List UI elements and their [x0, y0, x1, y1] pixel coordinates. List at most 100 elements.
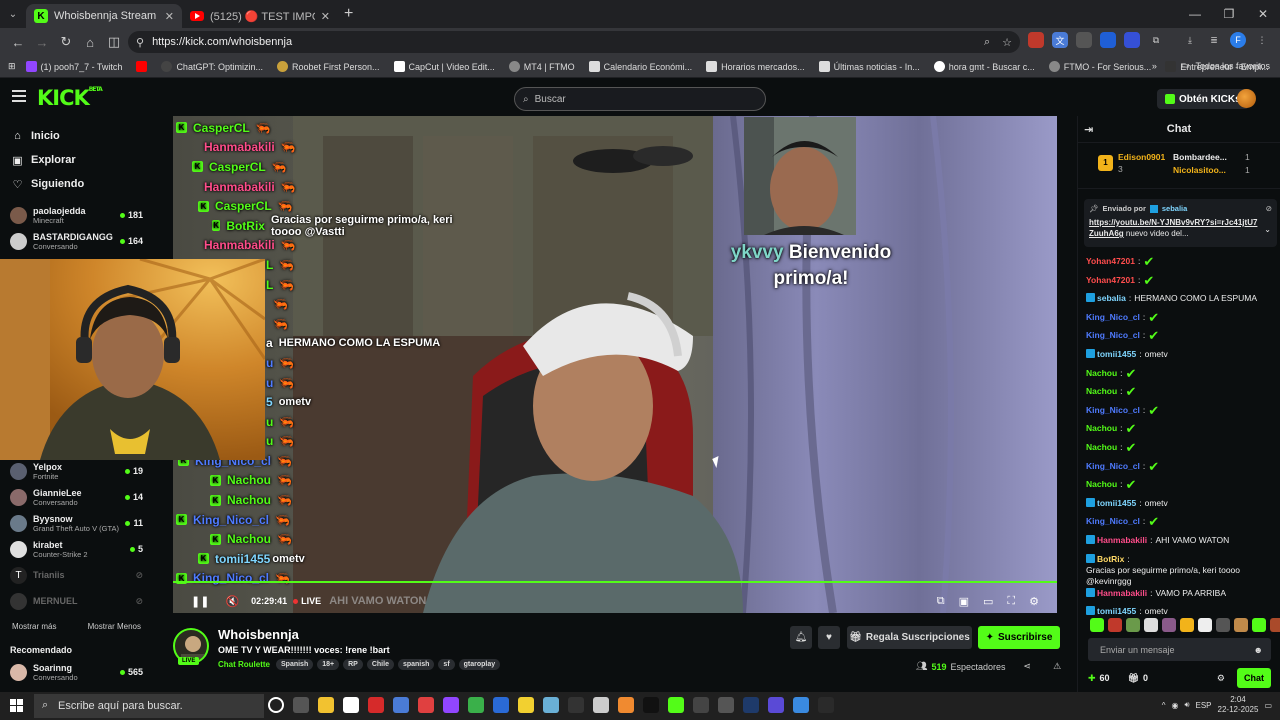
- search-input[interactable]: ⌕ Buscar: [514, 87, 766, 111]
- back-icon[interactable]: ←: [6, 30, 30, 54]
- windows-start-icon[interactable]: [10, 699, 23, 712]
- stream-tag[interactable]: spanish: [397, 659, 435, 670]
- bookmark-item[interactable]: [136, 61, 148, 72]
- gifts-value[interactable]: 0: [1143, 673, 1148, 683]
- chat-username[interactable]: Yohan47201: [1086, 256, 1135, 267]
- emote-icon[interactable]: [1198, 618, 1212, 632]
- all-bookmarks[interactable]: Todos los favoritos: [1195, 61, 1270, 71]
- taskbar-app-icon[interactable]: [468, 697, 484, 713]
- reload-icon[interactable]: ↻: [54, 30, 78, 54]
- chat-username[interactable]: Nachou: [1086, 479, 1117, 490]
- volume-icon[interactable]: 🔊︎: [1184, 700, 1189, 710]
- recommended-channel[interactable]: Soarinng Conversando 565: [0, 659, 153, 685]
- show-less-button[interactable]: Mostrar Menos: [88, 622, 141, 631]
- taskbar-app-icon[interactable]: [793, 697, 809, 713]
- network-icon[interactable]: ◉: [1171, 701, 1178, 710]
- chat-username[interactable]: King_Nico_cl: [1086, 516, 1140, 527]
- taskbar-app-icon[interactable]: [668, 697, 684, 713]
- close-tab-icon[interactable]: ✕: [321, 10, 330, 23]
- emote-icon[interactable]: [1162, 618, 1176, 632]
- offline-channel[interactable]: MERNUEL ⊘: [0, 588, 153, 614]
- settings-gear-icon[interactable]: ⚙: [1029, 595, 1039, 608]
- extension-icon[interactable]: [1028, 32, 1044, 48]
- nav-home[interactable]: ⌂ Inicio: [0, 124, 153, 148]
- extension-icon[interactable]: [1100, 32, 1116, 48]
- chevron-right-icon[interactable]: »: [1152, 61, 1157, 71]
- user-avatar[interactable]: [1237, 89, 1256, 108]
- bookmark-item[interactable]: ChatGPT: Optimizin...: [161, 61, 263, 72]
- taskbar-app-icon[interactable]: [768, 697, 784, 713]
- profile-icon[interactable]: F: [1230, 32, 1246, 48]
- theater-icon[interactable]: ▭: [983, 595, 993, 608]
- fullscreen-icon[interactable]: ⛶: [1007, 595, 1015, 608]
- forward-icon[interactable]: →: [30, 30, 54, 54]
- emote-icon[interactable]: [1144, 618, 1158, 632]
- taskbar-app-icon[interactable]: [518, 697, 534, 713]
- follow-heart-icon[interactable]: ♥: [818, 626, 840, 649]
- report-icon[interactable]: ⚠: [1053, 661, 1061, 672]
- bookmark-item[interactable]: CapCut | Video Edit...: [393, 61, 495, 72]
- mute-icon[interactable]: 🔇: [225, 595, 239, 608]
- tray-chevron-icon[interactable]: ^: [1162, 701, 1166, 710]
- taskbar-app-icon[interactable]: [493, 697, 509, 713]
- chat-username[interactable]: King_Nico_cl: [1086, 461, 1140, 472]
- points-value[interactable]: 60: [1100, 673, 1110, 683]
- tab-youtube[interactable]: (5125) 🔴 TEST IMPOSIBLE: Ad ✕: [182, 4, 338, 28]
- chat-username[interactable]: King_Nico_cl: [1086, 312, 1140, 323]
- nav-following[interactable]: ♡ Siguiendo: [0, 172, 153, 196]
- apps-icon[interactable]: ⊞: [8, 61, 16, 72]
- streamer-name[interactable]: Whoisbennja: [218, 627, 299, 642]
- taskbar-app-icon[interactable]: [543, 697, 559, 713]
- chat-username[interactable]: Yohan47201: [1086, 275, 1135, 286]
- bookmark-item[interactable]: Horarios mercados...: [706, 61, 805, 72]
- get-kicks-button[interactable]: Obtén KICKs: [1157, 89, 1249, 109]
- taskbar-app-icon[interactable]: [418, 697, 434, 713]
- show-more-button[interactable]: Mostrar más: [12, 622, 56, 631]
- leader-top-name[interactable]: Edison0901: [1118, 152, 1165, 162]
- taskbar-app-icon[interactable]: [718, 697, 734, 713]
- bookmark-item[interactable]: Calendario Económi...: [588, 61, 692, 72]
- extension-icon[interactable]: [1076, 32, 1092, 48]
- bookmark-item[interactable]: FTMO - For Serious...: [1048, 61, 1151, 72]
- following-channel[interactable]: GiannieLee Conversando 14: [0, 484, 153, 510]
- chat-username[interactable]: King_Nico_cl: [1086, 330, 1140, 341]
- emote-icon[interactable]: [1234, 618, 1248, 632]
- pinned-message[interactable]: 📌︎ Enviado por sebalia ⊘ https://youtu.b…: [1084, 199, 1277, 247]
- bookmark-item[interactable]: (1) pooh7_7 - Twitch: [25, 61, 122, 72]
- taskbar-app-icon[interactable]: [343, 697, 359, 713]
- zoom-icon[interactable]: ⌕: [984, 36, 990, 49]
- share-icon[interactable]: ⋖: [1024, 661, 1032, 672]
- stream-tag[interactable]: Spanish: [276, 659, 314, 670]
- taskbar-app-icon[interactable]: [293, 697, 309, 713]
- emoji-picker-icon[interactable]: ☻: [1254, 645, 1263, 655]
- notifications-bell-icon[interactable]: 🔔︎: [790, 626, 812, 649]
- new-tab-icon[interactable]: +: [344, 5, 353, 23]
- taskbar-app-icon[interactable]: [818, 697, 834, 713]
- close-tab-icon[interactable]: ✕: [165, 10, 174, 23]
- taskbar-app-icon[interactable]: [318, 697, 334, 713]
- bookmark-item[interactable]: hora gmt - Buscar c...: [933, 61, 1035, 72]
- live-indicator[interactable]: LIVE: [293, 596, 321, 606]
- following-channel[interactable]: kirabet Counter-Strike 2 5: [0, 536, 153, 562]
- stream-category[interactable]: Chat Roulette: [218, 660, 270, 669]
- taskbar-clock[interactable]: 2:04 22-12-2025: [1218, 695, 1259, 715]
- minimize-icon[interactable]: —: [1178, 0, 1212, 28]
- bookmark-star-icon[interactable]: ☆: [1002, 36, 1012, 49]
- emote-icon[interactable]: [1180, 618, 1194, 632]
- nav-explore[interactable]: ▣ Explorar: [0, 148, 153, 172]
- send-chat-button[interactable]: Chat: [1237, 668, 1271, 688]
- bookmark-item[interactable]: Roobet First Person...: [276, 61, 380, 72]
- chat-username[interactable]: Nachou: [1086, 368, 1117, 379]
- taskbar-app-icon[interactable]: [693, 697, 709, 713]
- taskbar-app-icon[interactable]: [743, 697, 759, 713]
- stream-tag[interactable]: 18+: [317, 659, 340, 670]
- chat-username[interactable]: Hanmabakili: [1097, 535, 1147, 546]
- chat-username[interactable]: Nachou: [1086, 423, 1117, 434]
- collapse-chat-icon[interactable]: ⇥: [1084, 123, 1093, 136]
- menu-dots-icon[interactable]: ⋮: [1254, 32, 1270, 48]
- home-icon[interactable]: ⌂: [78, 30, 102, 54]
- taskbar-app-icon[interactable]: [393, 697, 409, 713]
- tab-kick[interactable]: K Whoisbennja Stream - Watch Li ✕: [26, 4, 182, 28]
- stream-tag[interactable]: gtaroplay: [458, 659, 501, 670]
- reading-list-icon[interactable]: ≣: [1206, 32, 1222, 48]
